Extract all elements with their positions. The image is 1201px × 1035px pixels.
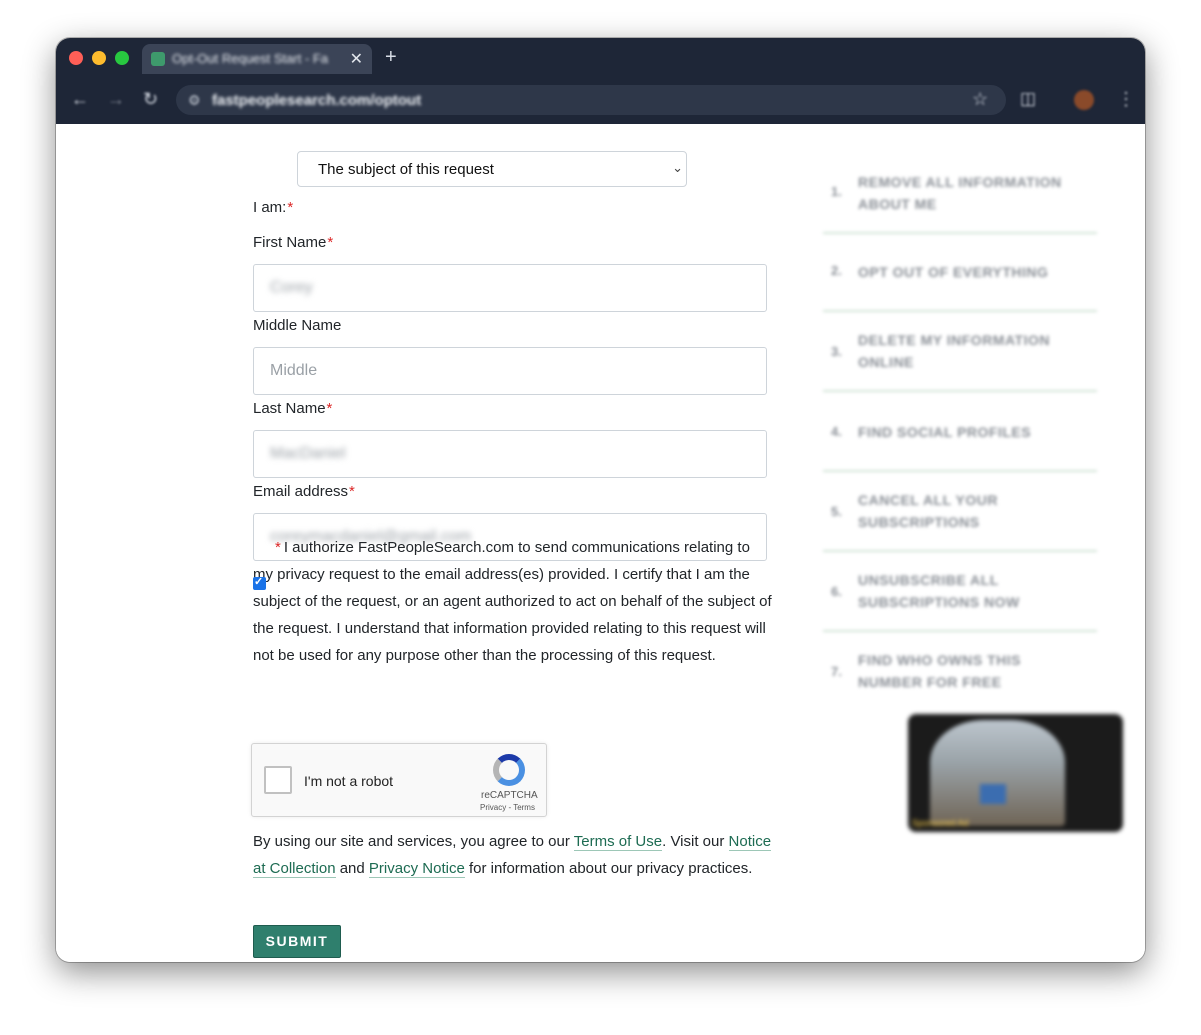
- star-icon[interactable]: ☆: [972, 89, 988, 110]
- sidebar-item-unsubscribe[interactable]: 6. UNSUBSCRIBE ALL SUBSCRIPTIONS NOW: [823, 552, 1097, 632]
- middle-name-input[interactable]: Middle: [253, 347, 767, 395]
- new-tab-icon[interactable]: +: [385, 46, 397, 69]
- site-favicon-icon: [151, 52, 165, 66]
- profile-avatar-icon[interactable]: [1074, 90, 1094, 110]
- browser-window: Opt-Out Request Start - Fa ✕ + ← → ↻ ⚙ f…: [56, 38, 1145, 962]
- last-name-value: MacDaniel: [270, 445, 346, 462]
- sidebar-item-cancel-subscriptions[interactable]: 5. CANCEL ALL YOUR SUBSCRIPTIONS: [823, 472, 1097, 552]
- sidebar-item-opt-out[interactable]: 2. OPT OUT OF EVERYTHING: [823, 234, 1097, 312]
- recaptcha-logo-icon: [493, 754, 525, 786]
- close-window-button[interactable]: [69, 51, 83, 65]
- tab-close-icon[interactable]: ✕: [350, 49, 363, 69]
- consent-checkbox[interactable]: ✓: [253, 576, 266, 590]
- first-name-input[interactable]: Corey: [253, 264, 767, 312]
- last-name-input[interactable]: MacDaniel: [253, 430, 767, 478]
- address-bar[interactable]: ⚙ fastpeoplesearch.com/optout: [176, 85, 1006, 115]
- house-sign: [980, 784, 1006, 804]
- privacy-notice-link[interactable]: Privacy Notice: [368, 860, 465, 878]
- url-text: fastpeoplesearch.com/optout: [212, 92, 422, 109]
- side-panel-icon[interactable]: ◫: [1020, 89, 1036, 109]
- recaptcha-links[interactable]: Privacy - Terms: [480, 803, 535, 812]
- recaptcha-label: I'm not a robot: [304, 773, 394, 789]
- browser-chrome: Opt-Out Request Start - Fa ✕ + ← → ↻ ⚙ f…: [56, 38, 1145, 124]
- iam-label: I am:*: [253, 199, 294, 216]
- recaptcha-checkbox[interactable]: [264, 766, 292, 794]
- consent-text: * I authorize FastPeopleSearch.com to sen…: [253, 539, 772, 664]
- email-label: Email address*: [253, 483, 355, 500]
- sidebar-item-remove-info[interactable]: 1. REMOVE ALL INFORMATION ABOUT ME: [823, 168, 1097, 234]
- first-name-value: Corey: [270, 279, 313, 296]
- last-name-label: Last Name*: [253, 400, 333, 417]
- middle-name-placeholder: Middle: [270, 362, 318, 379]
- browser-tab[interactable]: Opt-Out Request Start - Fa ✕: [142, 44, 372, 74]
- zoom-window-button[interactable]: [115, 51, 129, 65]
- legal-notice: By using our site and services, you agre…: [253, 833, 772, 878]
- recaptcha-widget: I'm not a robot reCAPTCHA Privacy - Term…: [251, 743, 547, 817]
- sidebar-item-find-number-owner[interactable]: 7. FIND WHO OWNS THIS NUMBER FOR FREE: [823, 632, 1097, 698]
- back-arrow-icon[interactable]: ←: [71, 89, 89, 110]
- site-settings-icon[interactable]: ⚙: [188, 92, 201, 109]
- page-content: I am:* The subject of this request ⌄ Fir…: [56, 124, 1145, 962]
- check-icon: ✓: [254, 576, 264, 588]
- iam-select[interactable]: The subject of this request ⌄: [297, 151, 687, 187]
- house-image: [930, 720, 1065, 826]
- chevron-down-icon: ⌄: [672, 160, 683, 175]
- video-ad-thumbnail[interactable]: Sponsored Ad: [908, 714, 1123, 832]
- terms-of-use-link[interactable]: Terms of Use: [573, 833, 663, 851]
- reload-icon[interactable]: ↻: [143, 89, 158, 110]
- minimize-window-button[interactable]: [92, 51, 106, 65]
- forward-arrow-icon[interactable]: →: [107, 89, 125, 110]
- sidebar-item-social-profiles[interactable]: 4. FIND SOCIAL PROFILES: [823, 392, 1097, 472]
- recaptcha-brand: reCAPTCHA: [481, 790, 538, 801]
- first-name-label: First Name*: [253, 234, 334, 251]
- tab-title: Opt-Out Request Start - Fa: [172, 51, 329, 66]
- video-caption: Sponsored Ad: [912, 818, 969, 828]
- more-menu-icon[interactable]: ⋮: [1117, 89, 1135, 110]
- sidebar-item-delete-info[interactable]: 3. DELETE MY INFORMATION ONLINE: [823, 312, 1097, 392]
- submit-button[interactable]: SUBMIT: [253, 925, 341, 958]
- middle-name-label: Middle Name: [253, 317, 342, 334]
- iam-select-value: The subject of this request: [318, 161, 494, 178]
